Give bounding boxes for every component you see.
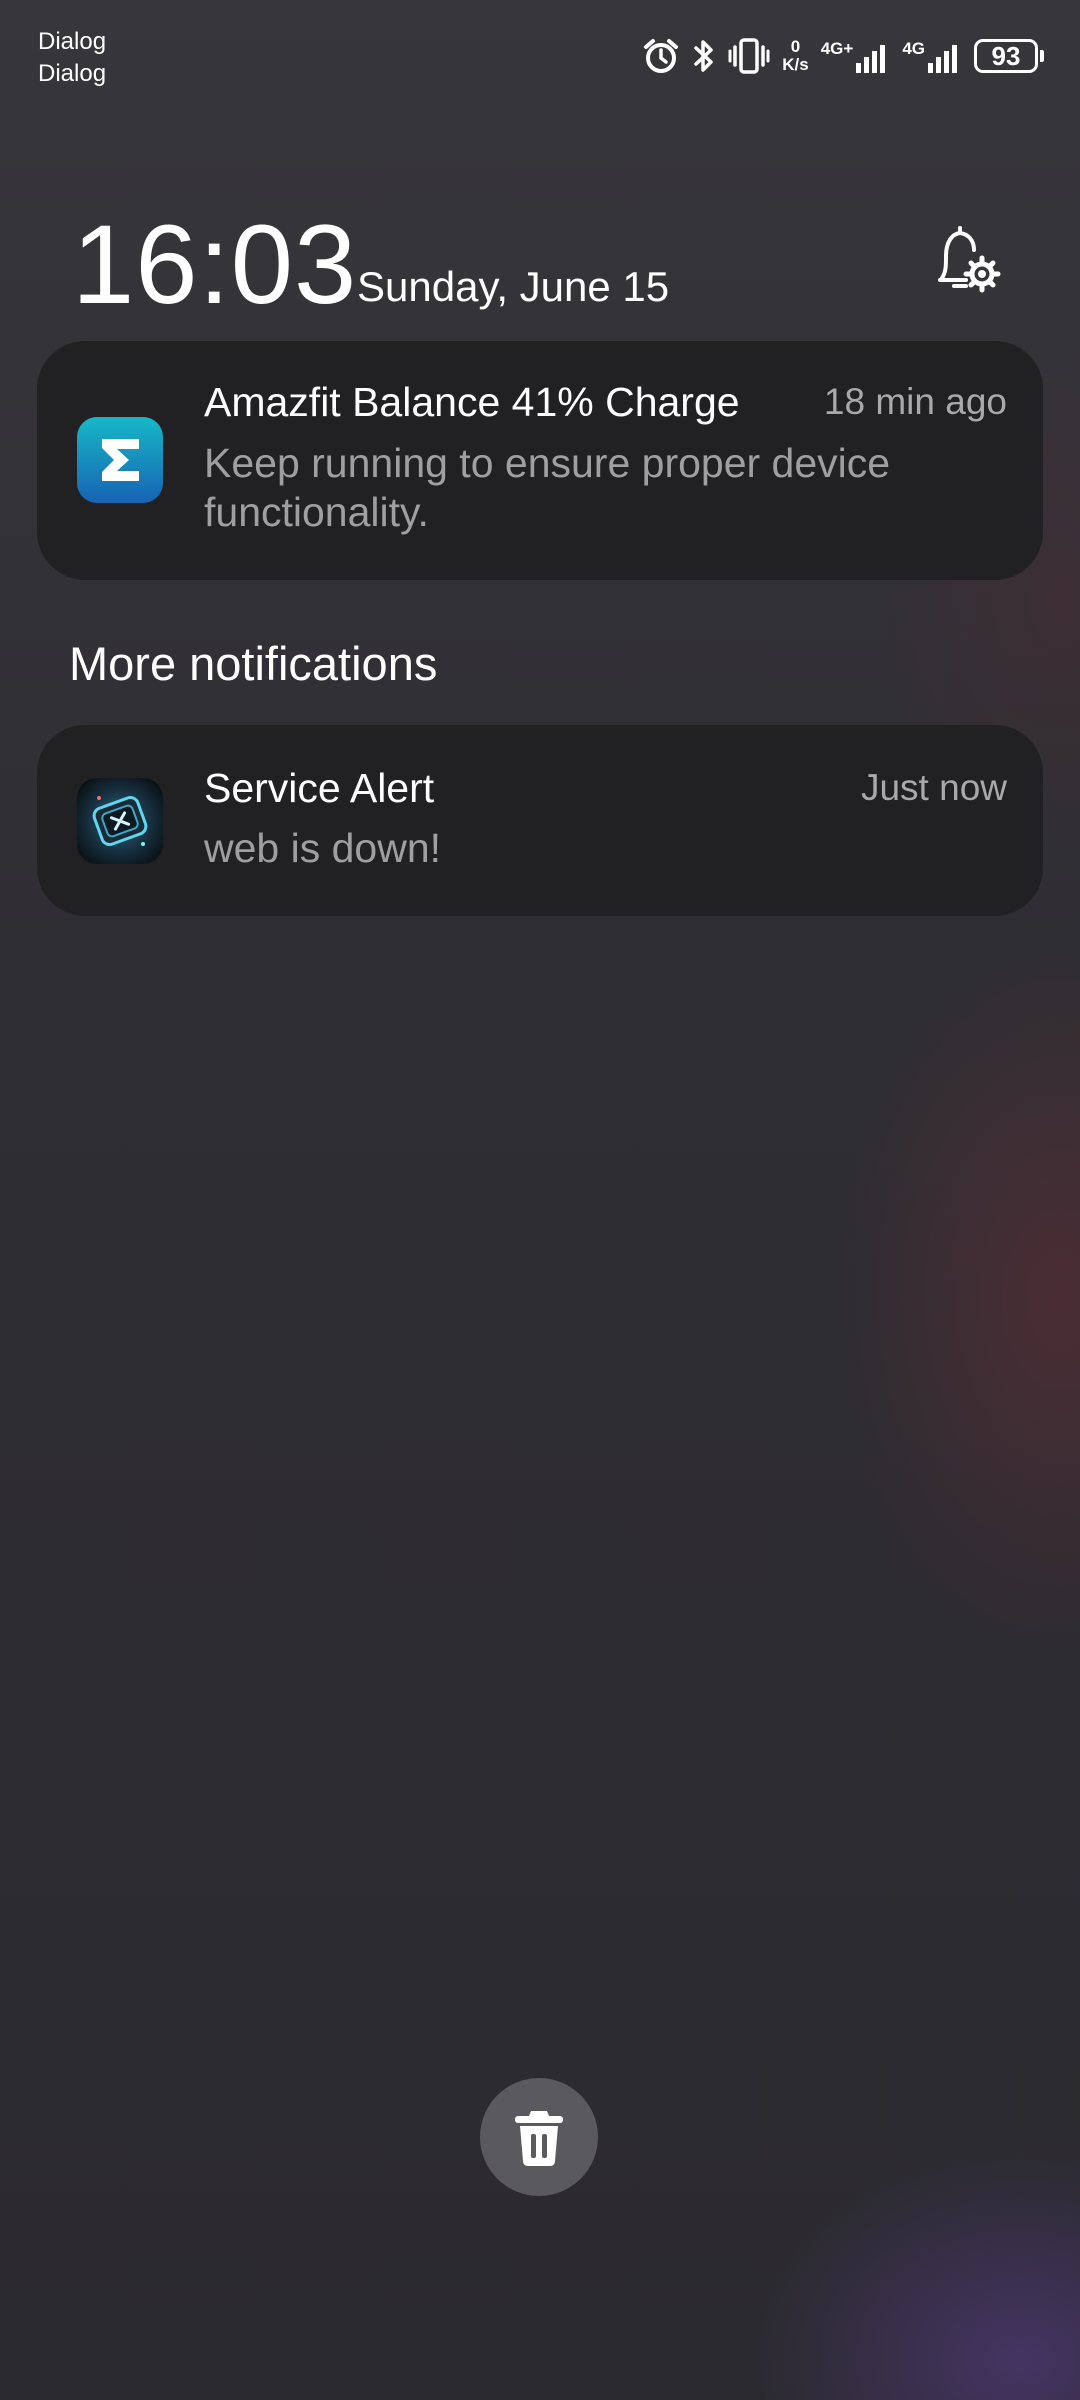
notification-body: web is down!: [204, 825, 442, 871]
amazfit-sigma-icon: [77, 417, 163, 503]
signal-icon: [928, 45, 957, 73]
status-icons: 0 K/s 4G+ 4G 93: [642, 34, 1044, 78]
notification-settings-icon[interactable]: [930, 220, 1010, 300]
notification-body: Keep running to ensure proper device fun…: [204, 440, 891, 535]
network-speed-unit: K/s: [782, 55, 809, 74]
network-speed-value: 0: [790, 37, 801, 56]
signal-icon: [856, 45, 886, 73]
alarm-icon: [642, 37, 680, 75]
notification-time: 18 min ago: [823, 381, 1007, 422]
notification-title: Amazfit Balance 41% Charge: [204, 379, 740, 425]
sim1-network-type: 4G+: [820, 39, 854, 58]
sim2-network-type: 4G: [902, 39, 925, 58]
network-speed: 0 K/s: [782, 38, 808, 74]
bluetooth-icon: [692, 37, 716, 75]
status-line-2: Dialog: [38, 60, 107, 87]
notification-time: Just now: [860, 767, 1007, 808]
trash-icon: [515, 2111, 563, 2166]
status-left-text: Dialog Dialog: [38, 26, 106, 90]
vibrate-icon: [728, 37, 770, 75]
notification-title: Service Alert: [204, 765, 435, 811]
clear-all-button[interactable]: [480, 2078, 598, 2196]
service-alert-icon: [77, 778, 163, 864]
battery-level: 93: [974, 39, 1038, 73]
clock-date: Sunday, June 15: [357, 263, 670, 310]
lockscreen-clock: 16:03 Sunday, June 15: [72, 200, 1012, 330]
sim2-signal: 4G: [902, 39, 962, 73]
sim1-signal: 4G+: [821, 39, 891, 73]
notification-card-service-alert[interactable]: Service Alert Just now web is down!: [37, 725, 1043, 916]
more-notifications-title: More notifications: [69, 637, 438, 690]
notification-card-amazfit[interactable]: Amazfit Balance 41% Charge 18 min ago Ke…: [37, 341, 1043, 580]
status-line-1: Dialog: [38, 28, 107, 55]
clock-time: 16:03: [72, 202, 358, 327]
status-bar: Dialog Dialog 0 K/s 4G+ 4G 93: [0, 0, 1080, 120]
battery-icon: 93: [974, 39, 1044, 73]
